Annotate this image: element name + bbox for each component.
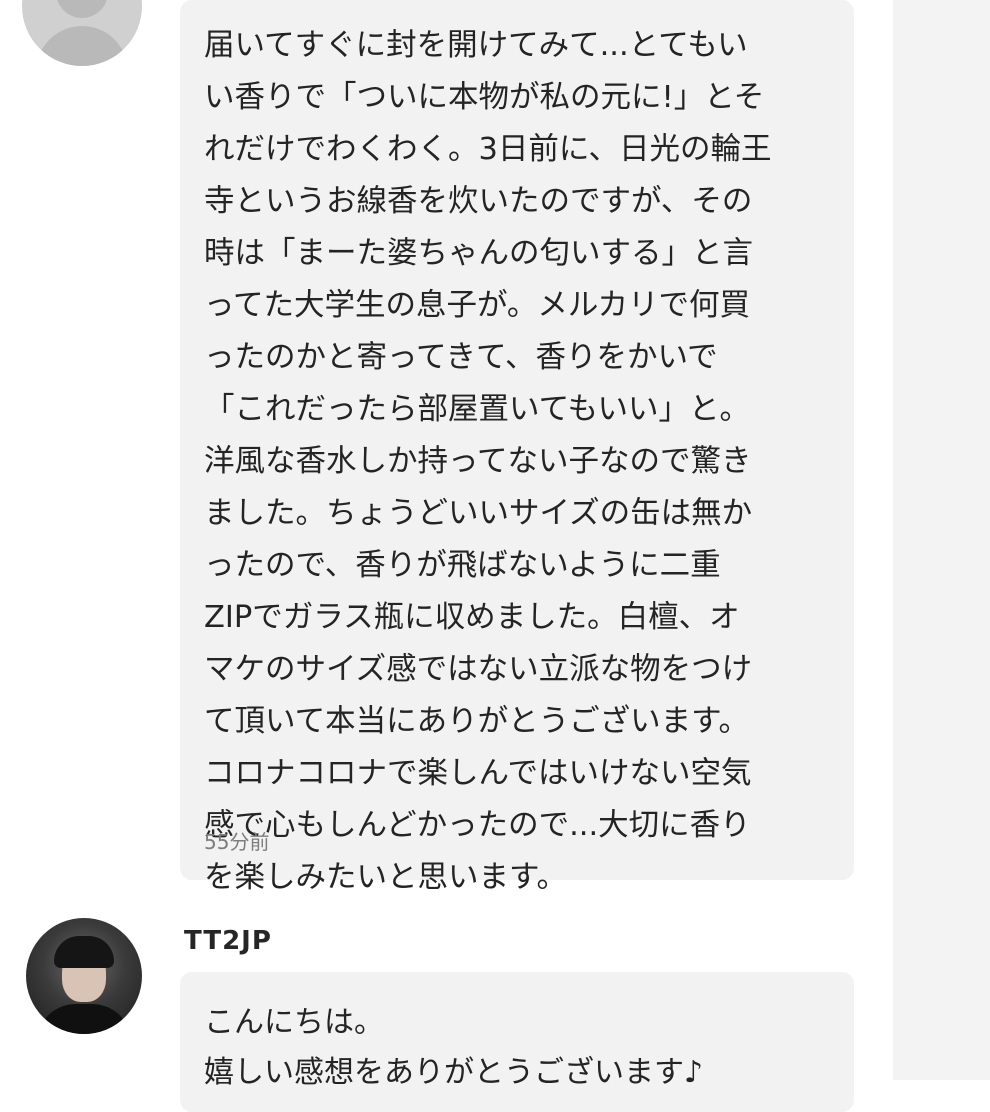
comment-line: 時は「まーた婆ちゃんの匂いする」と言 [204,236,753,271]
comment-timestamp: 55分前 [204,830,270,854]
avatar-shirt [36,1004,132,1034]
seller-username[interactable]: TT2JP [184,926,272,956]
comment-line: ったので、香りが飛ばないように二重 [204,548,721,583]
comment-line: を楽しみたいと思います。 [204,860,567,895]
reply-bubble: こんにちは。 嬉しい感想をありがとうございます♪ [180,972,854,1112]
reply-text: こんにちは。 嬉しい感想をありがとうございます♪ [204,998,834,1098]
comment-line: ZIPでガラス瓶に収めました。白檀、オ [204,600,740,635]
comment-line: 寺というお線香を炊いたのですが、その [204,184,753,219]
comment-line: い香りで「ついに本物が私の元に!」とそ [204,80,765,115]
comment-line: マケのサイズ感ではない立派な物をつけ [204,652,753,687]
comment-line: れだけでわくわく。3日前に、日光の輪王 [204,132,772,167]
reply-line: 嬉しい感想をありがとうございます♪ [204,1055,704,1090]
comment-line: ってた大学生の息子が。メルカリで何買 [204,288,750,323]
comment-line: 届いてすぐに封を開けてみて...とてもい [204,28,748,63]
comment-line: ました。ちょうどいいサイズの缶は無か [204,496,753,531]
comment-line: 「これだったら部屋置いてもいい」と。 [204,392,750,427]
comment-line: 感で心もしんどかったので...大切に香り [204,808,751,843]
commenter-avatar[interactable] [22,0,142,66]
reply-line: こんにちは。 [204,1005,384,1040]
comment-text: 届いてすぐに封を開けてみて...とてもい い香りで「ついに本物が私の元に!」とそ… [204,20,834,904]
comment-line: て頂いて本当にありがとうございます。 [204,704,750,739]
comment-bubble: 届いてすぐに封を開けてみて...とてもい い香りで「ついに本物が私の元に!」とそ… [180,0,854,895]
comment-line: コロナコロナで楽しんではいけない空気 [204,756,752,791]
seller-avatar[interactable] [26,918,142,1034]
default-user-body [36,26,128,66]
comment-line: 洋風な香水しか持ってない子なので驚き [204,444,752,479]
default-user-icon [56,0,108,18]
avatar-hair [54,936,114,968]
right-margin-panel [893,0,990,1080]
comment-line: ったのかと寄ってきて、香りをかいで [204,340,718,375]
